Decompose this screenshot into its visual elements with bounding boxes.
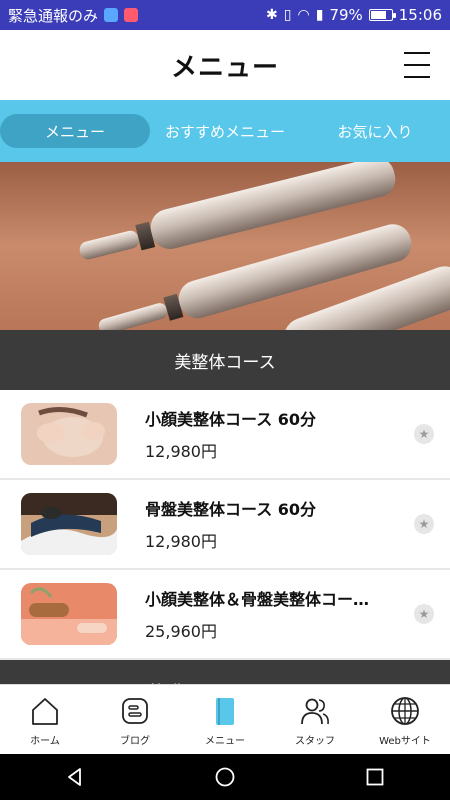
favorite-star-icon[interactable]: ★ bbox=[414, 514, 434, 534]
staff-icon bbox=[301, 698, 329, 725]
home-icon bbox=[32, 698, 58, 725]
item-price: 25,960円 bbox=[145, 622, 217, 641]
hero-image bbox=[0, 162, 450, 330]
carrier-text: 緊急通報のみ bbox=[8, 6, 99, 25]
nav-blog[interactable]: ブログ bbox=[90, 685, 180, 754]
nav-label: ブログ bbox=[120, 736, 150, 747]
globe-icon bbox=[391, 697, 419, 725]
item-text: 小顔美整体コース 60分 12,980円 bbox=[145, 406, 395, 462]
list-item[interactable]: 骨盤美整体コース 60分 12,980円 ★ bbox=[0, 480, 450, 570]
list-item[interactable]: 小顔美整体＆骨盤美整体コー… 25,960円 ★ bbox=[0, 570, 450, 660]
home-circle-icon[interactable] bbox=[214, 766, 236, 788]
item-thumbnail bbox=[21, 403, 117, 465]
section-header: 美整体コース bbox=[0, 330, 450, 390]
item-title: 小顔美整体コース 60分 bbox=[145, 410, 317, 429]
bottom-navigation: ホーム ブログ メニュー スタッフ Webサイト bbox=[0, 684, 450, 754]
recents-icon[interactable] bbox=[364, 766, 386, 788]
tab-favorites[interactable]: お気に入り bbox=[300, 114, 450, 148]
page-title: メニュー bbox=[170, 52, 279, 83]
nav-label: スタッフ bbox=[295, 736, 335, 747]
nav-label: Webサイト bbox=[379, 736, 431, 747]
nav-website[interactable]: Webサイト bbox=[360, 685, 450, 754]
hero-illustration bbox=[0, 162, 450, 330]
shield-notification-icon bbox=[104, 8, 119, 22]
section-title: 美整体コース bbox=[174, 352, 276, 373]
item-text: 骨盤美整体コース 60分 12,980円 bbox=[145, 496, 395, 552]
tab-menu[interactable]: メニュー bbox=[0, 114, 150, 148]
status-bar: 緊急通報のみ ✱ ▯ ◠ ▮ 79% 15:06 bbox=[0, 0, 450, 30]
bluetooth-icon: ✱ bbox=[266, 7, 278, 23]
menu-list: 小顔美整体コース 60分 12,980円 ★ 骨盤美整体コース 60分 12,9… bbox=[0, 390, 450, 660]
item-title: 骨盤美整体コース 60分 bbox=[145, 500, 317, 519]
hamburger-menu-icon[interactable] bbox=[404, 52, 430, 78]
clock: 15:06 bbox=[398, 6, 442, 24]
item-thumbnail bbox=[21, 583, 117, 645]
tab-bar: メニュー おすすめメニュー お気に入り bbox=[0, 100, 450, 162]
nav-staff[interactable]: スタッフ bbox=[270, 685, 360, 754]
item-title: 小顔美整体＆骨盤美整体コー… bbox=[145, 590, 370, 609]
status-bar-left: 緊急通報のみ bbox=[8, 5, 139, 26]
sim-icon: ▮ bbox=[315, 7, 324, 23]
status-bar-right: ✱ ▯ ◠ ▮ 79% 15:06 bbox=[266, 6, 442, 24]
back-icon[interactable] bbox=[64, 766, 86, 788]
nav-label: メニュー bbox=[205, 736, 245, 747]
app-header: メニュー bbox=[0, 30, 450, 100]
tab-recommended[interactable]: おすすめメニュー bbox=[150, 114, 300, 148]
app-notification-icon bbox=[124, 8, 139, 22]
favorite-star-icon[interactable]: ★ bbox=[414, 604, 434, 624]
menu-book-icon bbox=[216, 698, 234, 725]
item-text: 小顔美整体＆骨盤美整体コー… 25,960円 bbox=[145, 586, 395, 642]
system-navigation-bar bbox=[0, 754, 450, 800]
battery-percent: 79% bbox=[329, 6, 363, 24]
favorite-star-icon[interactable]: ★ bbox=[414, 424, 434, 444]
blog-icon bbox=[122, 698, 148, 724]
item-price: 12,980円 bbox=[145, 532, 217, 551]
nav-menu[interactable]: メニュー bbox=[180, 685, 270, 754]
vibrate-icon: ▯ bbox=[283, 7, 292, 23]
battery-icon bbox=[368, 9, 396, 21]
list-item[interactable]: 小顔美整体コース 60分 12,980円 ★ bbox=[0, 390, 450, 480]
wifi-icon: ◠ bbox=[297, 7, 310, 23]
nav-home[interactable]: ホーム bbox=[0, 685, 90, 754]
nav-label: ホーム bbox=[30, 736, 60, 747]
item-price: 12,980円 bbox=[145, 442, 217, 461]
item-thumbnail bbox=[21, 493, 117, 555]
